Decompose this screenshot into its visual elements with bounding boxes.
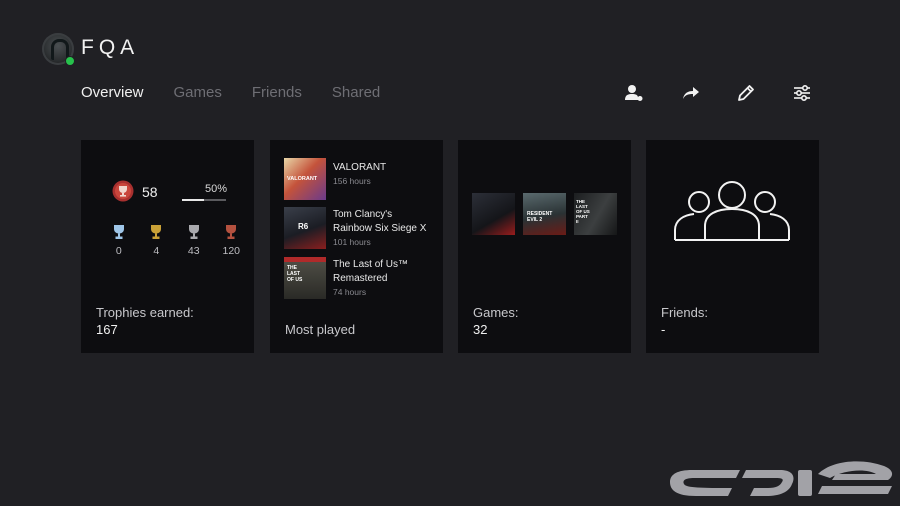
games-card[interactable]: RESIDENT EVIL 2 THE LAST OF US PART II G…: [458, 140, 631, 353]
edit-profile-button[interactable]: [732, 82, 760, 104]
most-played-card[interactable]: VALORANT VALORANT 156 hours R6 Tom Clanc…: [270, 140, 443, 353]
settings-button[interactable]: [788, 82, 816, 104]
trophy-counts: 0 4 43 120: [100, 224, 250, 257]
watermark-logo: [670, 461, 893, 496]
most-played-item[interactable]: R6 Tom Clancy's Rainbow Six Siege X 101 …: [284, 207, 433, 249]
friends-count: -: [661, 322, 666, 337]
silver-trophies: 43: [175, 224, 213, 257]
game-thumbnail: THE LAST OF US: [284, 257, 326, 299]
tab-friends[interactable]: Friends: [252, 84, 302, 101]
games-count: 32: [473, 322, 488, 337]
most-played-item[interactable]: THE LAST OF US The Last of Us™ Remastere…: [284, 257, 433, 299]
profile-username: FQA: [81, 36, 140, 59]
tab-shared[interactable]: Shared: [332, 84, 380, 101]
game-cover: [472, 193, 515, 235]
bronze-count: 120: [222, 245, 241, 257]
thumb-text: R6: [298, 222, 309, 231]
trophy-level-icon: [112, 180, 134, 202]
level-progress-bar: [182, 199, 226, 201]
share-icon: [683, 87, 699, 99]
trophies-earned-label: Trophies earned:: [96, 305, 194, 320]
game-covers: RESIDENT EVIL 2 THE LAST OF US PART II: [472, 193, 625, 235]
game-title: Tom Clancy's Rainbow Six Siege X: [333, 209, 427, 234]
trophies-earned-value: 167: [96, 322, 118, 337]
gold-trophies: 4: [138, 224, 176, 257]
platinum-trophy-icon: [113, 225, 124, 239]
game-thumbnail: VALORANT: [284, 158, 326, 200]
game-title: The Last of Us™ Remastered: [333, 259, 409, 284]
friends-card[interactable]: Friends: -: [646, 140, 819, 353]
gold-trophy-icon: [151, 225, 162, 239]
silver-count: 43: [187, 245, 200, 257]
tab-overview[interactable]: Overview: [81, 84, 144, 101]
thumb-text: THE LAST OF US: [287, 265, 303, 283]
game-cover: RESIDENT EVIL 2: [523, 193, 566, 235]
game-hours: 156 hours: [333, 176, 371, 186]
game-cover: THE LAST OF US PART II: [574, 193, 617, 235]
profile-tabs: Overview Games Friends Shared: [81, 84, 410, 101]
friends-label: Friends:: [661, 305, 708, 320]
gold-count: 4: [153, 245, 160, 257]
settings-sliders-icon: [794, 84, 810, 102]
games-label: Games:: [473, 305, 519, 320]
friends-group-icon: [674, 181, 790, 241]
game-thumbnail: R6: [284, 207, 326, 249]
online-status-indicator: [65, 56, 75, 66]
add-friend-icon: [625, 85, 643, 101]
add-friend-button[interactable]: [620, 82, 648, 104]
trophies-card[interactable]: 58 50% 0 4 43 120 Trophies earned: 167: [81, 140, 254, 353]
profile-toolbar: [620, 82, 844, 104]
trophy-level: 58: [142, 184, 158, 200]
level-progress-text: 50%: [205, 183, 228, 195]
share-button[interactable]: [676, 82, 704, 104]
edit-icon: [738, 85, 754, 101]
platinum-count: 0: [115, 245, 122, 257]
silver-trophy-icon: [188, 225, 199, 239]
bronze-trophy-icon: [226, 225, 237, 239]
bronze-trophies: 120: [213, 224, 251, 257]
most-played-item[interactable]: VALORANT VALORANT 156 hours: [284, 158, 386, 200]
game-hours: 101 hours: [333, 237, 371, 247]
cover-text: THE LAST OF US PART II: [576, 199, 590, 224]
platinum-trophies: 0: [100, 224, 138, 257]
tab-games[interactable]: Games: [174, 84, 222, 101]
cover-text: RESIDENT EVIL 2: [527, 211, 553, 223]
game-hours: 74 hours: [333, 287, 367, 297]
thumb-text: VALORANT: [287, 176, 318, 182]
game-title: VALORANT: [333, 162, 387, 173]
most-played-label: Most played: [285, 322, 356, 337]
level-progress-fill: [182, 199, 204, 201]
